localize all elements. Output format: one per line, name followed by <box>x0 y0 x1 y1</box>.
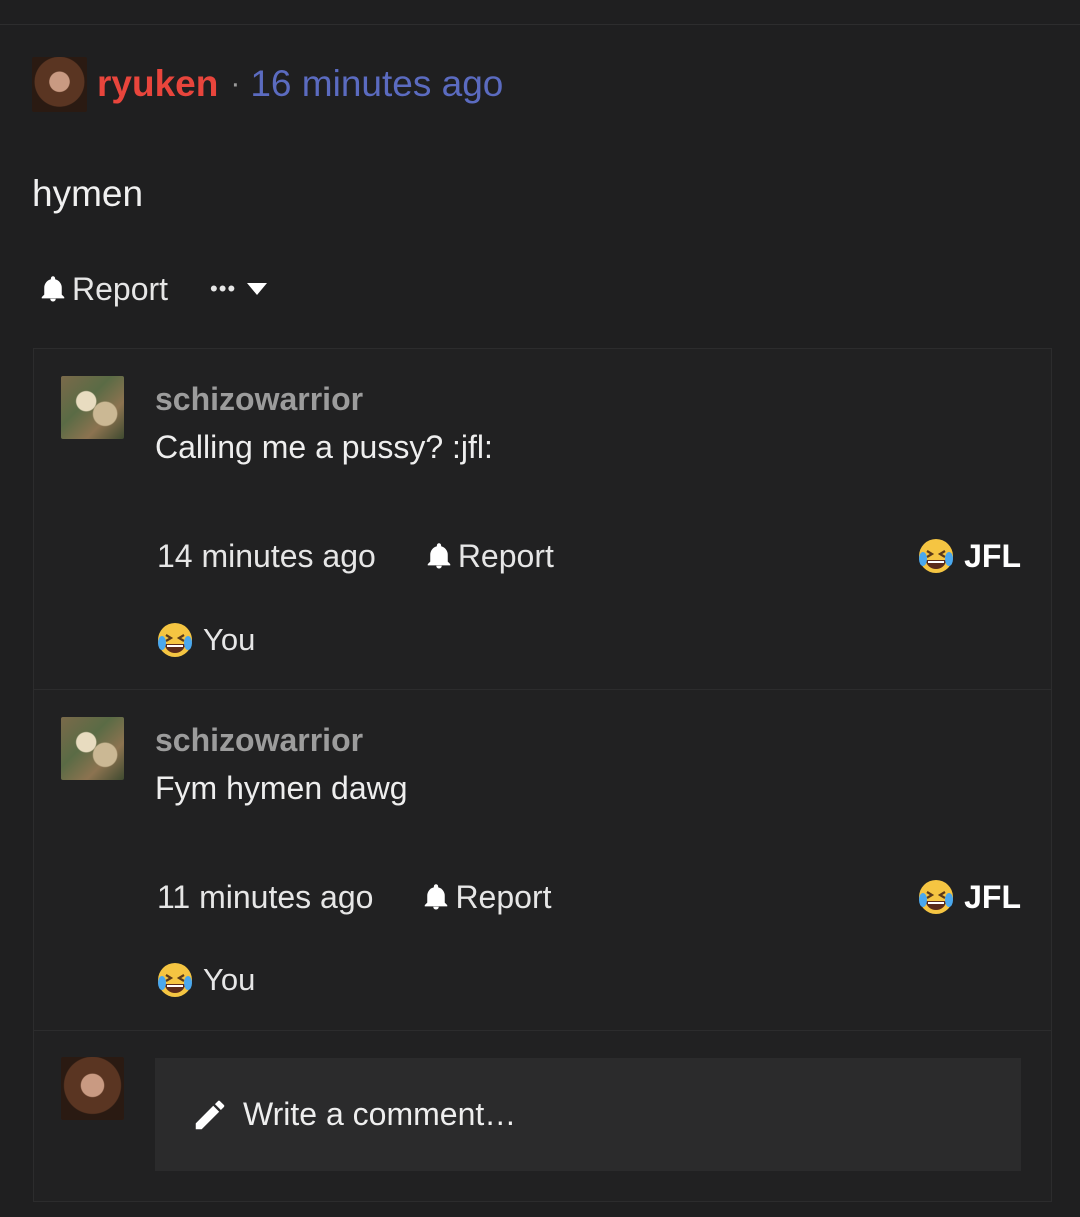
comment-author[interactable]: schizowarrior <box>155 381 363 418</box>
comment-meta: 14 minutes ago Report JFL <box>157 534 1021 578</box>
report-label: Report <box>455 878 552 915</box>
comments-section: schizowarrior Calling me a pussy? :jfl: … <box>33 348 1052 1202</box>
avatar[interactable] <box>61 376 124 439</box>
comment: schizowarrior Fym hymen dawg 11 minutes … <box>34 690 1051 1031</box>
top-divider <box>0 24 1080 25</box>
report-label: Report <box>457 537 554 574</box>
reaction-summary[interactable]: You <box>155 958 255 1002</box>
comment-text: Calling me a pussy? :jfl: <box>155 429 493 465</box>
post-actions: Report ••• <box>38 266 268 312</box>
reacted-by: You <box>203 622 256 657</box>
comment: schizowarrior Calling me a pussy? :jfl: … <box>34 349 1051 690</box>
comment-author[interactable]: schizowarrior <box>155 722 363 759</box>
report-button[interactable]: Report <box>421 879 551 916</box>
reacted-by: You <box>203 962 256 997</box>
crying-laughing-emoji-icon <box>919 880 954 914</box>
avatar[interactable] <box>32 56 87 112</box>
reaction-summary[interactable]: You <box>155 618 255 662</box>
separator: · <box>230 67 241 100</box>
comment-meta: 11 minutes ago Report JFL <box>157 875 1021 919</box>
comment-timestamp[interactable]: 14 minutes ago <box>157 538 376 575</box>
report-button[interactable]: Report <box>38 271 168 308</box>
more-icon: ••• <box>210 276 237 301</box>
crying-laughing-emoji-icon <box>158 963 192 997</box>
report-label: Report <box>72 270 169 307</box>
post-header: ryuken · 16 minutes ago <box>32 56 503 112</box>
avatar[interactable] <box>61 717 124 780</box>
reaction-label: JFL <box>964 537 1021 574</box>
reaction-button[interactable]: JFL <box>916 536 1021 576</box>
report-button[interactable]: Report <box>424 538 554 575</box>
reaction-label: JFL <box>964 878 1021 915</box>
pencil-icon <box>195 1100 225 1129</box>
post-timestamp[interactable]: 16 minutes ago <box>250 63 503 105</box>
reaction-button[interactable]: JFL <box>916 877 1021 917</box>
comment-text: Fym hymen dawg <box>155 770 408 806</box>
chevron-down-icon <box>247 283 268 295</box>
write-comment-button[interactable]: Write a comment… <box>155 1058 1021 1171</box>
avatar[interactable] <box>61 1057 124 1120</box>
post-body: hymen <box>32 173 144 214</box>
write-comment-placeholder: Write a comment… <box>243 1096 517 1132</box>
bell-icon <box>425 884 448 910</box>
crying-laughing-emoji-icon <box>919 539 954 573</box>
bell-icon <box>41 276 65 302</box>
more-options-button[interactable]: ••• <box>210 276 268 302</box>
comment-timestamp[interactable]: 11 minutes ago <box>157 879 373 916</box>
post-author[interactable]: ryuken <box>97 63 218 105</box>
crying-laughing-emoji-icon <box>158 623 192 657</box>
bell-icon <box>427 543 451 569</box>
